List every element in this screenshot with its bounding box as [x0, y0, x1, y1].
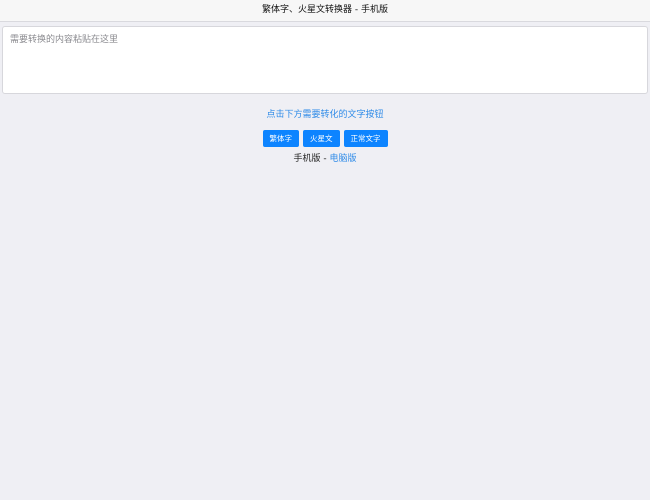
page-title-bar: 繁体字、火星文转换器 - 手机版: [0, 0, 650, 22]
instruction-label: 点击下方需要转化的文字按钮: [266, 110, 384, 120]
mobile-version-label: 手机版: [293, 154, 321, 164]
normal-text-button[interactable]: 正常文字: [343, 130, 388, 147]
instruction-text: 点击下方需要转化的文字按钮: [0, 109, 650, 121]
page-title: 繁体字、火星文转换器 - 手机版: [262, 5, 388, 15]
desktop-version-link[interactable]: 电脑版: [329, 154, 356, 164]
conversion-buttons: 繁体字 火星文 正常文字: [0, 130, 650, 147]
editor-container: [0, 22, 650, 98]
martian-text-button[interactable]: 火星文: [303, 130, 340, 147]
content-input[interactable]: [2, 26, 648, 94]
version-switcher: 手机版 - 电脑版: [0, 153, 650, 165]
traditional-chinese-button[interactable]: 繁体字: [262, 130, 299, 147]
